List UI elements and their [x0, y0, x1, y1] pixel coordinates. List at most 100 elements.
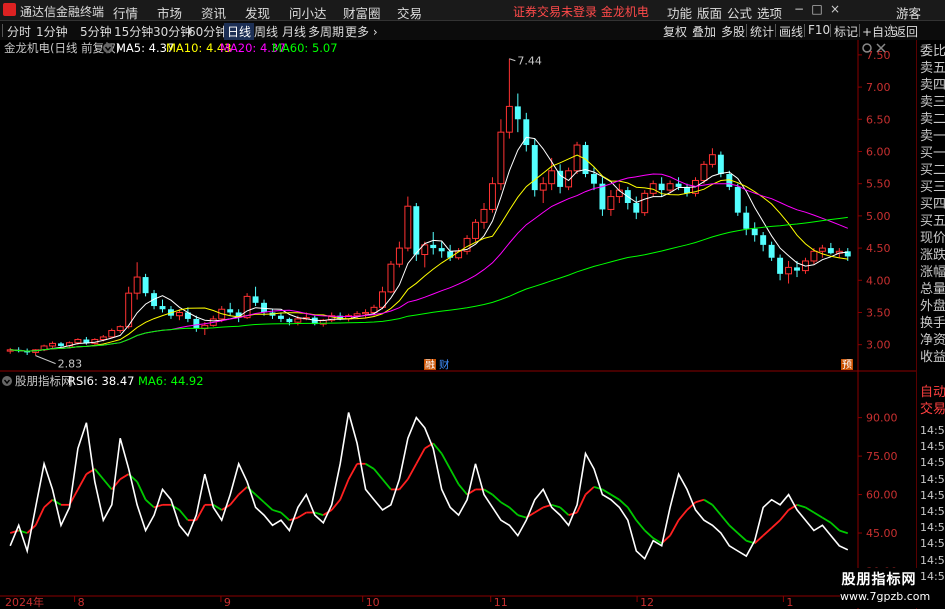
low-price-label: 2.83	[58, 358, 83, 371]
candle-body	[734, 186, 741, 213]
fuquan-button[interactable]: 复权	[663, 23, 687, 40]
multi-stock-button[interactable]: 多股	[721, 23, 745, 40]
menu-shichang[interactable]: 市场	[157, 3, 182, 22]
trade-login-notice[interactable]: 证券交易未登录 金龙机电	[513, 3, 649, 20]
tick-time: 14:56	[920, 505, 945, 518]
draw-line-button[interactable]: 画线	[779, 23, 803, 40]
overlay-button[interactable]: 叠加	[692, 23, 716, 40]
finance-marker[interactable]: 财	[439, 358, 450, 371]
period-30min[interactable]: 30分钟	[153, 23, 192, 40]
candle-body	[159, 306, 166, 310]
candle-body	[472, 221, 479, 239]
watermark-name: 股朋指标网	[841, 572, 917, 588]
menu-wenxiaoda[interactable]: 问小达	[289, 3, 327, 22]
tick-time: 14:56	[920, 456, 945, 470]
menu-jiaoyi[interactable]: 交易	[397, 3, 422, 22]
price-tick-label: 3.50	[866, 306, 891, 319]
menu-zixun[interactable]: 资讯	[201, 3, 226, 22]
period-daily[interactable]: 日线	[224, 23, 255, 40]
candle-body	[717, 154, 724, 175]
menu-xuanxiang[interactable]: 选项	[757, 3, 782, 22]
period-toolbar: 分时 1分钟 5分钟 15分钟 30分钟 60分钟 日线 周线 月线 多周期 更…	[0, 21, 945, 41]
period-5min[interactable]: 5分钟	[80, 23, 112, 40]
menu-hangqing[interactable]: 行情	[113, 3, 138, 22]
period-15min[interactable]: 15分钟	[114, 23, 153, 40]
statistics-button[interactable]: 统计	[750, 23, 774, 40]
rsi6-label: RSI6: 38.47	[68, 374, 134, 388]
date-tick-label: 2024年	[5, 595, 44, 609]
high-price-label: 7.44	[517, 55, 542, 68]
side-label: 换手	[920, 316, 945, 331]
menu-gongshi[interactable]: 公式	[727, 3, 752, 22]
auto-trade-label[interactable]: 自动	[920, 385, 945, 401]
date-tick-label: 11	[494, 596, 508, 609]
price-tick-label: 6.00	[866, 145, 891, 158]
side-label: 买五	[920, 214, 945, 229]
period-weekly[interactable]: 周线	[254, 23, 278, 40]
menu-faxian[interactable]: 发现	[245, 3, 270, 22]
rsi-settings-icon[interactable]	[2, 376, 12, 386]
candle-body	[827, 248, 834, 254]
candle-body	[539, 183, 547, 191]
candle-body	[430, 244, 437, 249]
candle-body	[294, 318, 302, 323]
candle-body	[505, 105, 513, 133]
candle-body	[480, 208, 488, 223]
mark-button[interactable]: 标记	[834, 23, 858, 40]
candle-body	[777, 257, 784, 274]
tick-time: 14:56	[920, 537, 945, 551]
date-tick-label: 8	[78, 596, 85, 609]
tick-time: 14:56	[920, 424, 945, 437]
back-button[interactable]: 返回	[894, 23, 918, 40]
f10-button[interactable]: F10	[808, 23, 830, 37]
candle-body	[58, 343, 64, 346]
tick-time: 14:56	[920, 472, 945, 486]
svg-text:融: 融	[425, 359, 435, 371]
candle-body	[387, 263, 395, 293]
candle-body	[108, 330, 116, 338]
close-window-icon[interactable]: ×	[826, 2, 844, 16]
period-1min[interactable]: 1分钟	[36, 23, 68, 40]
candle-body	[768, 244, 775, 258]
period-multi[interactable]: 多周期	[308, 23, 344, 40]
maximize-icon[interactable]: □	[808, 2, 826, 16]
rsi-tick-label: 90.00	[866, 412, 898, 425]
minimize-icon[interactable]: −	[790, 2, 808, 16]
candle-body	[591, 174, 597, 184]
menu-banmian[interactable]: 版面	[697, 3, 722, 22]
side-label: 收益	[920, 350, 945, 365]
candle-body	[175, 311, 183, 317]
app-logo-icon	[3, 3, 16, 16]
candle-body	[633, 203, 640, 213]
side-label: 卖一	[920, 129, 945, 144]
side-label: 总量	[920, 282, 945, 297]
candle-body	[514, 106, 521, 120]
chart-area[interactable]: 7.507.006.506.005.505.004.504.003.503.00…	[0, 40, 916, 609]
side-label: 买一	[920, 146, 945, 161]
menu-bar: 通达信金融终端 行情 市场 资讯 发现 问小达 财富圈 交易 证券交易未登录 金…	[0, 0, 945, 21]
candle-body	[488, 183, 496, 210]
candle-body	[818, 247, 826, 252]
rsi-legend-title: 股朋指标网	[15, 374, 73, 388]
margin-marker[interactable]: 融	[424, 359, 436, 371]
user-label[interactable]: 游客	[896, 3, 921, 22]
period-60min[interactable]: 60分钟	[188, 23, 227, 40]
menu-gongneng[interactable]: 功能	[667, 3, 692, 22]
menu-caifuquan[interactable]: 财富圈	[343, 3, 381, 22]
candle-body	[438, 248, 445, 252]
candle-body	[99, 336, 107, 341]
candle-body	[261, 302, 267, 313]
candle-body	[751, 228, 758, 236]
price-tick-label: 7.00	[866, 81, 891, 94]
price-legend-title: 金龙机电(日线 前复权)	[4, 41, 120, 55]
svg-text:预: 预	[842, 359, 852, 371]
settings-icon[interactable]	[103, 43, 113, 53]
period-monthly[interactable]: 月线	[282, 23, 306, 40]
app-title: 通达信金融终端	[20, 5, 105, 19]
ma60-label: MA60: 5.07	[272, 41, 338, 55]
candle-body	[116, 326, 124, 332]
period-more[interactable]: 更多 ›	[345, 23, 378, 40]
period-fenshi[interactable]: 分时	[7, 23, 31, 40]
forecast-marker[interactable]: 预	[841, 359, 853, 371]
auto-trade-label-2[interactable]: 交易	[920, 402, 945, 418]
